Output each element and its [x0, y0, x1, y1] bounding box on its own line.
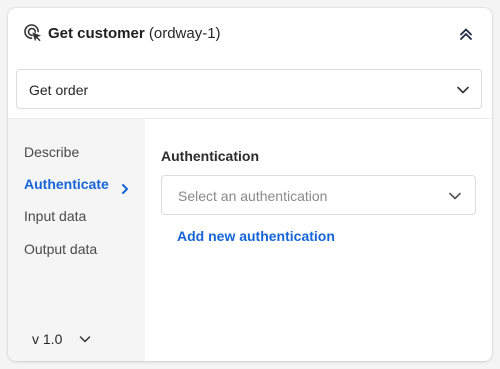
chevron-down-icon [447, 188, 463, 204]
step-title-main: Get customer [48, 25, 145, 42]
sidebar-item-input-data[interactable]: Input data [24, 207, 86, 225]
step-header: Get customer (ordway-1) [8, 8, 492, 60]
sidebar-item-label: Authenticate [24, 176, 109, 192]
step-title-sub: (ordway-1) [148, 25, 221, 42]
operation-select[interactable]: Get order [16, 69, 482, 109]
sidebar-item-describe[interactable]: Describe [24, 143, 79, 161]
operation-select-value: Get order [29, 82, 89, 98]
version-label: v 1.0 [32, 331, 63, 347]
authentication-heading: Authentication [161, 148, 259, 164]
chevrons-up-icon [460, 28, 472, 40]
sidebar-item-label: Output data [24, 241, 98, 257]
add-new-authentication-link[interactable]: Add new authentication [177, 227, 335, 245]
step-sidebar: Describe Authenticate Input data Output … [8, 119, 145, 361]
sidebar-item-label: Describe [24, 144, 80, 160]
chevron-down-icon [455, 82, 471, 98]
collapse-button[interactable] [456, 24, 476, 44]
sidebar-item-output-data[interactable]: Output data [24, 240, 97, 258]
step-content: Authentication Select an authentication … [145, 119, 492, 361]
step-panel: Get customer (ordway-1) Get order Descri… [8, 8, 492, 361]
chevron-down-icon [78, 332, 92, 346]
authentication-select-placeholder: Select an authentication [178, 188, 328, 204]
sidebar-item-label: Input data [24, 208, 87, 224]
version-select[interactable]: v 1.0 [32, 330, 92, 348]
step-title: Get customer (ordway-1) [48, 24, 221, 44]
chevron-right-icon [121, 180, 129, 195]
cursor-click-icon [23, 23, 43, 43]
authentication-select[interactable]: Select an authentication [161, 175, 476, 215]
sidebar-item-authenticate[interactable]: Authenticate [24, 175, 129, 195]
